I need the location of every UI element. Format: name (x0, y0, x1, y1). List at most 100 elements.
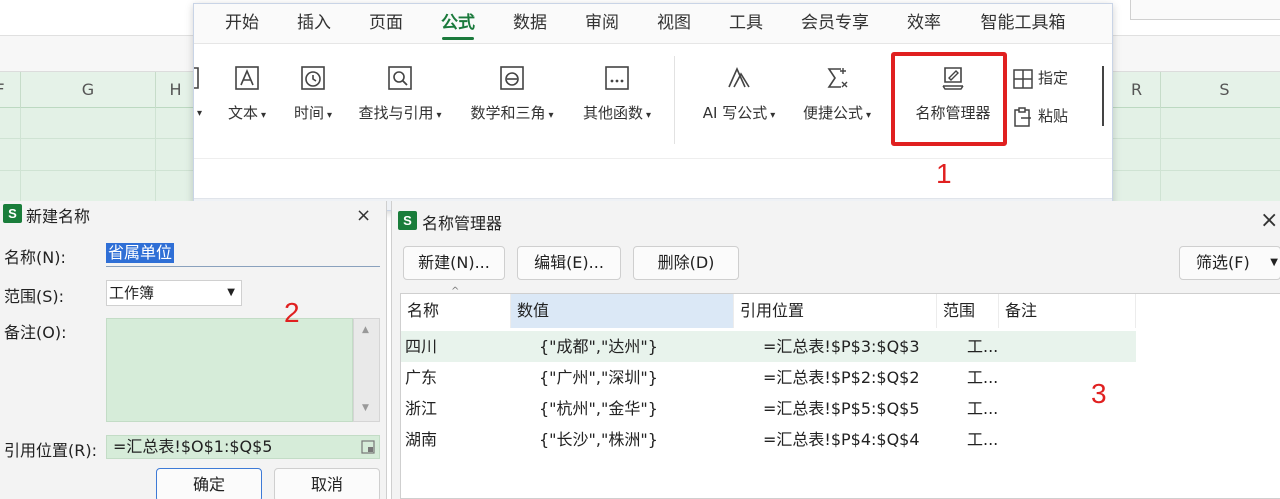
sort-ascending-icon: ^ (451, 286, 460, 297)
edit-name-button[interactable]: 编辑(E)... (517, 246, 621, 280)
other-functions-icon (605, 66, 629, 90)
lookup-reference-label: 查找与引用 (358, 104, 434, 122)
formula-ribbon-popup: 开始 插入 页面 公式 数据 审阅 视图 工具 会员专享 效率 智能工具箱 ▾ … (193, 3, 1113, 211)
chevron-down-icon: ▾ (770, 110, 776, 121)
note-textarea[interactable] (106, 318, 353, 422)
reference-input[interactable]: =汇总表!$O$1:$Q$5 (106, 435, 380, 459)
chevron-down-icon: ▾ (436, 110, 442, 121)
chevron-down-icon: ▼ (1270, 257, 1278, 268)
column-header-note[interactable]: 备注 (999, 294, 1136, 328)
scope-select-value: 工作簿 (109, 284, 155, 302)
name-manager-titlebar: S 名称管理器 × (392, 201, 1280, 237)
chevron-down-icon: ▾ (326, 110, 333, 121)
tab-formula[interactable]: 公式 (430, 4, 486, 44)
column-header-value[interactable]: 数值 (511, 294, 734, 328)
row-reference: =汇总表!$P$5:$Q$5 (763, 399, 920, 418)
column-header-name[interactable]: ^ 名称 (401, 286, 511, 328)
partial-tool-icon (194, 67, 199, 89)
tab-home[interactable]: 开始 (214, 4, 270, 44)
chevron-down-icon: ▾ (548, 110, 554, 121)
row-value: {"成都","达州"} (539, 337, 658, 356)
row-reference: =汇总表!$P$3:$Q$3 (763, 337, 920, 356)
tab-smart-toolbox[interactable]: 智能工具箱 (968, 4, 1078, 44)
ai-formula-label: AI 写公式 (702, 104, 768, 122)
text-function-button[interactable]: 文本 ▾ (220, 64, 274, 144)
tab-page[interactable]: 页面 (358, 4, 414, 44)
tab-member[interactable]: 会员专享 (790, 4, 880, 44)
row-value: {"杭州","金华"} (539, 399, 658, 418)
new-name-close-icon[interactable]: × (356, 207, 371, 225)
table-row[interactable]: 浙江 {"杭州","金华"} =汇总表!$P$5:$Q$5 工... (401, 393, 1136, 424)
filter-button[interactable]: 筛选(F) ▼ (1179, 246, 1280, 280)
name-manager-dialog: S 名称管理器 × 新建(N)... 编辑(E)... 删除(D) 筛选(F) … (391, 201, 1280, 499)
row-scope: 工... (967, 337, 999, 356)
time-function-button[interactable]: 时间 ▾ (286, 64, 340, 144)
tab-review[interactable]: 审阅 (574, 4, 630, 44)
lookup-reference-button[interactable]: 查找与引用 ▾ (350, 64, 450, 144)
tool-partial-left[interactable]: ▾ (194, 64, 206, 144)
paste-name-label: 粘贴 (1038, 107, 1069, 125)
note-field-label: 备注(O): (4, 323, 67, 342)
range-select-icon[interactable] (361, 440, 375, 454)
paste-name-button[interactable]: 粘贴 (1012, 104, 1068, 128)
time-function-icon (301, 66, 325, 90)
tab-efficiency[interactable]: 效率 (896, 4, 952, 44)
row-scope: 工... (967, 399, 999, 418)
ribbon-lower-area (194, 158, 1112, 198)
define-name-button[interactable]: 指定 (1012, 66, 1068, 90)
column-header-g[interactable]: G (20, 72, 155, 108)
annotation-3: 3 (1091, 378, 1107, 409)
name-manager-close-icon[interactable]: × (1260, 210, 1278, 232)
tab-insert[interactable]: 插入 (286, 4, 342, 44)
scope-select[interactable]: 工作簿 ▼ (106, 280, 242, 306)
cancel-button[interactable]: 取消 (274, 468, 380, 499)
row-scope: 工... (967, 430, 999, 449)
ref-field-label: 引用位置(R): (4, 441, 97, 460)
chevron-down-icon: ▼ (227, 287, 235, 298)
table-row[interactable]: 四川 {"成都","达州"} =汇总表!$P$3:$Q$3 工... (401, 331, 1136, 362)
ai-formula-icon (728, 67, 750, 88)
column-header-r[interactable]: R (1112, 72, 1160, 108)
chevron-down-icon: ▾ (865, 110, 872, 121)
column-header-f[interactable]: F (0, 72, 20, 108)
define-name-icon (1013, 68, 1033, 89)
column-header-scope[interactable]: 范围 (937, 294, 999, 328)
column-header-s[interactable]: S (1160, 72, 1280, 108)
scroll-up-icon[interactable]: ▲ (362, 325, 369, 335)
time-function-label: 时间 (293, 104, 324, 122)
row-name: 广东 (405, 368, 438, 387)
math-trig-button[interactable]: 数学和三角 ▾ (462, 64, 562, 144)
row-name: 湖南 (405, 430, 438, 449)
math-trig-icon (500, 66, 524, 90)
ribbon-edge-marker (1102, 66, 1104, 126)
table-row[interactable]: 湖南 {"长沙","株洲"} =汇总表!$P$4:$Q$4 工... (401, 424, 1136, 455)
filter-button-label: 筛选(F) (1196, 253, 1250, 272)
names-table: ^ 名称 数值 引用位置 范围 备注 四川 {"成都","达州"} =汇总表!$… (400, 286, 1280, 499)
note-scrollbar[interactable]: ▲ ▼ (353, 318, 380, 422)
row-scope: 工... (967, 368, 999, 387)
name-manager-highlight-box (891, 52, 1007, 146)
column-header-reference[interactable]: 引用位置 (734, 294, 937, 328)
tab-tools[interactable]: 工具 (718, 4, 774, 44)
new-name-dialog: S 新建名称 × 名称(N): 省属单位 范围(S): 工作簿 ▼ 备注(O):… (0, 201, 387, 499)
tab-data[interactable]: 数据 (502, 4, 558, 44)
delete-name-button[interactable]: 删除(D) (633, 246, 739, 280)
chevron-down-icon: ▾ (260, 110, 267, 121)
quick-formula-button[interactable]: 便捷公式 ▾ (796, 64, 878, 144)
quick-formula-label: 便捷公式 (802, 104, 863, 122)
annotation-1: 1 (936, 158, 952, 189)
name-manager-title: 名称管理器 (422, 214, 503, 233)
scroll-down-icon[interactable]: ▼ (362, 403, 369, 413)
table-row[interactable]: 广东 {"广州","深圳"} =汇总表!$P$2:$Q$2 工... (401, 362, 1136, 393)
name-input[interactable]: 省属单位 (106, 241, 380, 267)
name-field-label: 名称(N): (4, 248, 66, 267)
other-functions-label: 其他函数 (582, 104, 643, 122)
ai-formula-button[interactable]: AI 写公式 ▾ (696, 64, 782, 144)
new-name-button[interactable]: 新建(N)... (403, 246, 505, 280)
tab-view[interactable]: 视图 (646, 4, 702, 44)
reference-input-value: =汇总表!$O$1:$Q$5 (113, 437, 273, 456)
other-functions-button[interactable]: 其他函数 ▾ (574, 64, 660, 144)
column-header-h[interactable]: H (155, 72, 195, 108)
ok-button[interactable]: 确定 (156, 468, 262, 499)
annotation-2: 2 (284, 297, 300, 328)
